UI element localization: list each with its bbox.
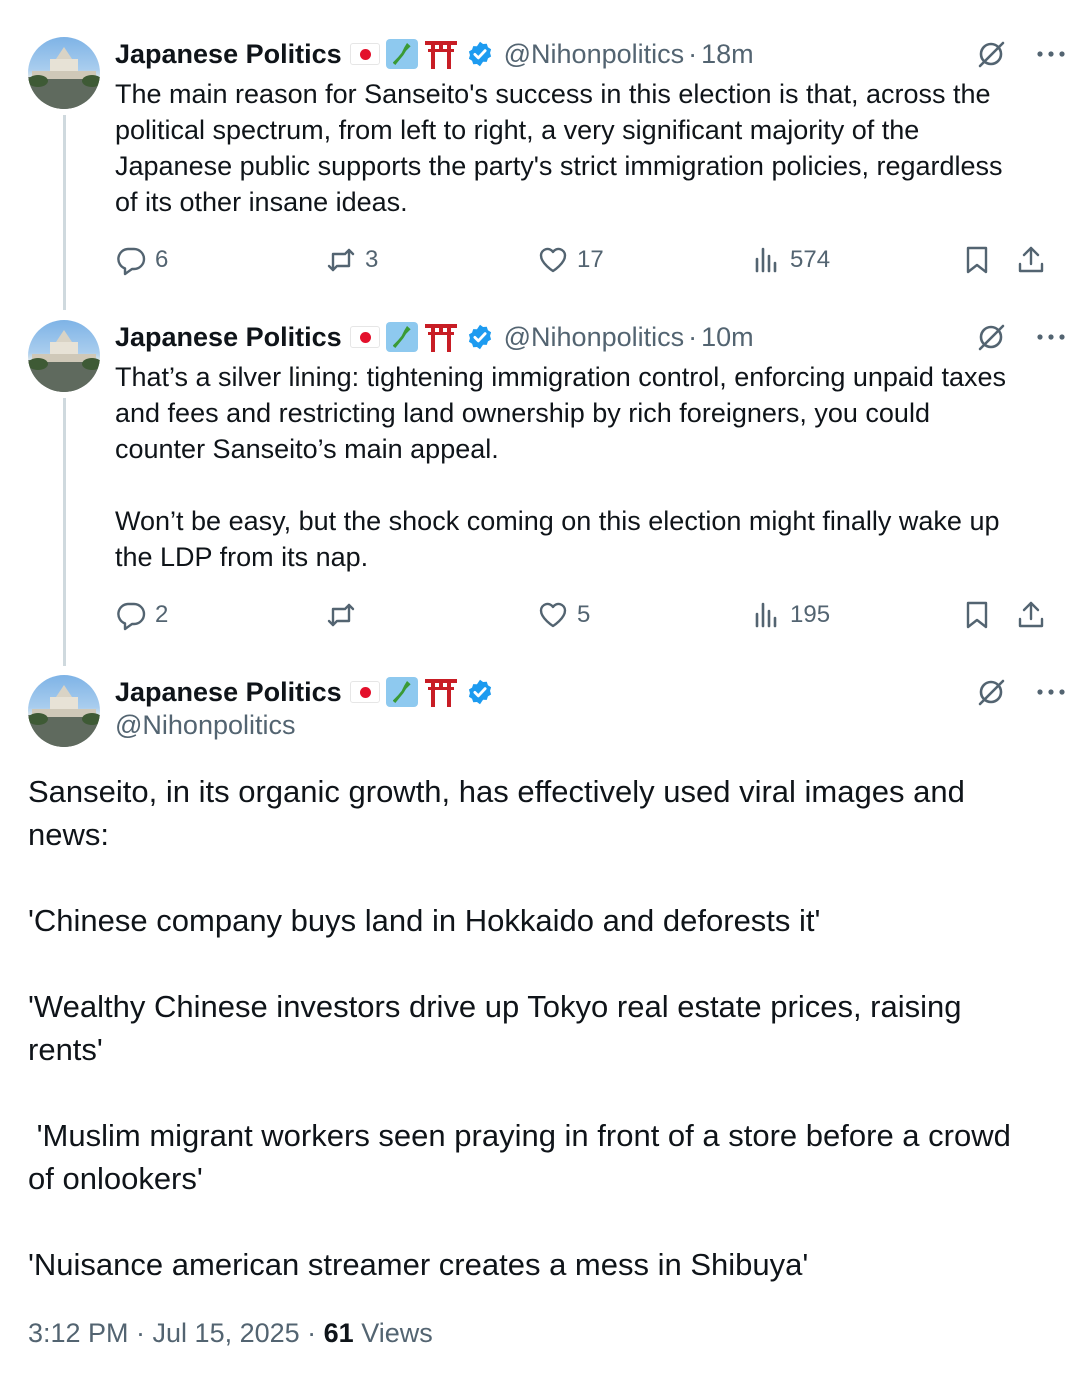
verified-badge-icon: [468, 679, 491, 705]
post-timestamp[interactable]: 3:12 PM · Jul 15, 2025 ·: [28, 1318, 324, 1348]
author-handle[interactable]: @Nihonpolitics: [115, 710, 295, 741]
views-count: 61: [323, 1318, 354, 1348]
post-header: Japanese Politics: [115, 672, 1060, 712]
torii-gate-icon: [424, 679, 457, 707]
japan-map-icon: [385, 677, 418, 707]
author-name[interactable]: Japanese Politics: [115, 677, 342, 708]
views-label: Views: [353, 1318, 433, 1348]
post-header-actions: [974, 672, 1068, 712]
avatar[interactable]: [28, 675, 100, 747]
main-post-text: Sanseito, in its organic growth, has eff…: [28, 774, 1011, 1282]
more-icon[interactable]: [1034, 675, 1068, 709]
post-meta: 3:12 PM · Jul 15, 2025 · 61 Views: [28, 1318, 433, 1349]
japan-flag-icon: [349, 681, 380, 703]
grok-icon[interactable]: [974, 675, 1008, 709]
name-emojis: [349, 677, 458, 707]
main-post: Japanese Politics @Nihonpolitics Sanseit…: [0, 0, 1080, 1378]
